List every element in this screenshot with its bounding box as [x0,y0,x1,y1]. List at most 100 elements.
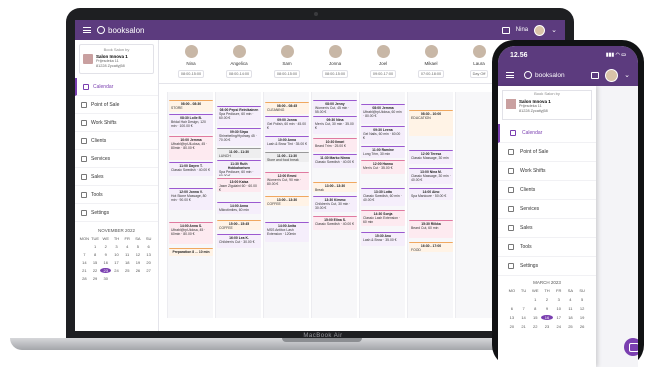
phone-calendar-day[interactable]: 2 [541,297,553,302]
appointment-card[interactable]: 08:00 - 08:30 STORE [169,100,213,112]
mini-calendar-day[interactable]: 29 [90,276,101,281]
staff-column-header[interactable]: Nina 08:00-15:00 [167,40,215,83]
appointment-card[interactable]: 09:30 Sirpa Shinebeling/Hydrasy 45 · 70.0… [217,128,261,146]
appointment-card[interactable]: 09:30 Nina Men's Cut, 30 min · 35.00 € [313,116,357,134]
sidebar-item-services[interactable]: Services [75,150,158,168]
mini-calendar-day[interactable]: 16 [100,260,111,265]
phone-nav-item-work-shifts[interactable]: Work Shifts [498,162,596,181]
mini-calendar-day[interactable]: 30 [100,276,111,281]
mini-calendar-day[interactable]: 5 [133,244,144,249]
phone-calendar-day[interactable]: 7 [518,306,530,311]
phone-nav-item-services[interactable]: Services [498,200,596,219]
appointment-card[interactable]: 08:00 Jemma Ultrabl@rpUloksa, 60 min · 80… [361,104,405,124]
chat-button[interactable] [624,338,638,356]
mini-calendar-day[interactable]: 11 [122,252,133,257]
appointment-card[interactable]: 12:00 Jonna V. Hot Stone Massage, 80 min … [169,188,213,210]
appointment-card[interactable]: 15:30 Riikka Beard Cut, 60 min [409,220,453,238]
phone-calendar-day[interactable]: 3 [553,297,565,302]
appointment-card[interactable]: 13:00 - 13:30 Break [313,182,357,192]
mini-calendar-day[interactable]: 15 [90,260,101,265]
calendar-icon[interactable] [501,26,510,34]
phone-calendar-day[interactable]: 18 [565,315,577,320]
mini-calendar-day[interactable]: 6 [143,244,154,249]
mini-calendar-day[interactable]: 1 [90,244,101,249]
appointment-card[interactable]: 14:00 Aino Spa Manicure · 50.00 € [409,188,453,200]
appointment-card[interactable]: 08:00 - 08:45 CLEANING [265,102,309,114]
mini-calendar-day[interactable]: 10 [111,252,122,257]
mini-calendar-day[interactable]: 14 [79,260,90,265]
phone-salon-selector[interactable]: Book Salon by Salon Innova 1 Prijesdeka … [502,90,592,120]
phone-calendar-day[interactable]: 21 [518,324,530,329]
appointment-card[interactable]: 15:30 Anu Lash & Brow · 35.00 € [361,232,405,246]
sidebar-item-settings[interactable]: Settings [75,204,158,222]
mini-calendar-day[interactable]: 17 [111,260,122,265]
mini-calendar-day[interactable]: 19 [133,260,144,265]
appointment-card[interactable]: 08:00 Jenny Women's Cut, 45 min · 55.00 € [313,100,357,114]
phone-calendar-day[interactable]: 13 [506,315,518,320]
phone-calendar-day[interactable]: 12 [576,306,588,311]
phone-menu-icon[interactable] [506,72,514,78]
mini-calendar-day[interactable]: 13 [143,252,154,257]
appointment-card[interactable]: 12:00 Emmi Women's Cut, 90 min · 80.00 € [265,172,309,190]
mini-calendar-day[interactable]: 20 [143,260,154,265]
phone-calendar-day[interactable]: 8 [529,306,541,311]
sidebar-item-calendar[interactable]: Calendar [75,78,158,96]
phone-chevron-down-icon[interactable]: ⌄ [624,71,630,79]
phone-calendar-day[interactable]: 26 [576,324,588,329]
appointment-card[interactable]: 15:00 Elina S. Classic Swedish · 40.00 € [313,216,357,230]
mini-calendar-day[interactable]: 26 [133,268,144,273]
appointment-card[interactable]: 08:00 Pepsi Reinikainen Spa Pedicure, 60 … [217,106,261,126]
phone-nav-item-settings[interactable]: Settings [498,257,596,276]
mini-calendar-day[interactable]: 4 [122,244,133,249]
mini-calendar-day[interactable]: 7 [79,252,90,257]
phone-calendar-day[interactable]: 24 [553,324,565,329]
appointment-card[interactable]: 11:00 - 11:30 Store and food break [265,152,309,162]
appointment-card[interactable]: 11:00 Dayen T. Classic Swedish · 40.00 € [169,162,213,176]
appointment-card[interactable]: 11:00 Ramine Long Trim, 30 min [361,146,405,158]
mini-calendar-day[interactable]: 21 [79,268,90,273]
phone-nav-item-point-of-sale[interactable]: Point of Sale [498,143,596,162]
appointment-card[interactable]: 13:30 Kimmo Children's Cut, 30 min · 30.0… [313,196,357,212]
phone-calendar-day[interactable]: 9 [541,306,553,311]
sidebar-item-tools[interactable]: Tools [75,186,158,204]
phone-calendar-day[interactable]: 23 [541,324,553,329]
mini-calendar-month[interactable]: NOVEMBER 2022 [79,228,154,233]
mini-calendar-day[interactable]: 25 [122,268,133,273]
mini-calendar-day[interactable]: 2 [100,244,111,249]
appointment-card[interactable]: 10:00 Anna Lash & Brow Tint · 35.00 € [265,136,309,150]
mini-calendar-day[interactable]: 28 [79,276,90,281]
phone-calendar-icon[interactable] [591,71,600,79]
phone-calendar-day[interactable]: 20 [506,324,518,329]
phone-calendar-day[interactable]: 16 [541,315,553,320]
staff-column-header[interactable]: Joel 09:00-17:00 [359,40,407,83]
staff-column-header[interactable]: Mikael 07:00-18:00 [407,40,455,83]
sidebar-item-clients[interactable]: Clients [75,132,158,150]
phone-calendar-day[interactable]: 10 [553,306,565,311]
appointment-card[interactable]: 08:30 - 10:00 EDUCATION [409,110,453,136]
phone-calendar-day[interactable]: 15 [529,315,541,320]
appointment-card[interactable]: 13:00 - 13:30 COFFEE [265,196,309,206]
mini-calendar-day[interactable]: 3 [111,244,122,249]
phone-calendar-day[interactable]: 14 [518,315,530,320]
appointment-card[interactable]: 13:00 Kaisa Jasm Zigulaini 60 · 60.00 € [217,178,261,192]
appointment-card[interactable]: 14:00 Anita MSS Antitox Lash Extension · … [265,222,309,242]
mini-calendar-day[interactable]: 22 [90,268,101,273]
appointment-card[interactable]: 14:00 Anna S. Ultrabl@rpUloksa, 45 · 60mi… [169,222,213,244]
staff-column-header[interactable]: Sam 08:00-15:00 [263,40,311,83]
appointment-card[interactable]: 11:30 Marko Ninna Classic Swedish · 40.00… [313,154,357,168]
phone-calendar-day[interactable]: 19 [576,315,588,320]
appointment-card[interactable]: 10:00 Jemma Ultrabl@rpUlLoksa, 45 · 80min… [169,136,213,160]
phone-calendar-day[interactable]: 6 [506,306,518,311]
mini-calendar-day[interactable]: 23 [100,268,112,273]
phone-calendar-day[interactable]: 22 [529,324,541,329]
appointment-card[interactable]: Preparation 8 ... 10 min [169,248,213,256]
appointment-card[interactable]: 12:00 Teresa Classic Massage, 30 min [409,150,453,164]
appointment-card[interactable]: 16:00 Lea K. Children's Cut · 30.00 € [217,234,261,248]
appointment-card[interactable]: 10:30 Ilmari Beard Trim · 25.00 € [313,138,357,152]
phone-calendar-day[interactable]: 5 [576,297,588,302]
phone-calendar-day[interactable]: 11 [565,306,577,311]
mini-calendar-day[interactable]: 18 [122,260,133,265]
sidebar-item-work-shifts[interactable]: Work Shifts [75,114,158,132]
appointment-card[interactable]: 16:30 - 17:00 FOOD [409,242,453,252]
mini-calendar-day[interactable]: 9 [100,252,111,257]
